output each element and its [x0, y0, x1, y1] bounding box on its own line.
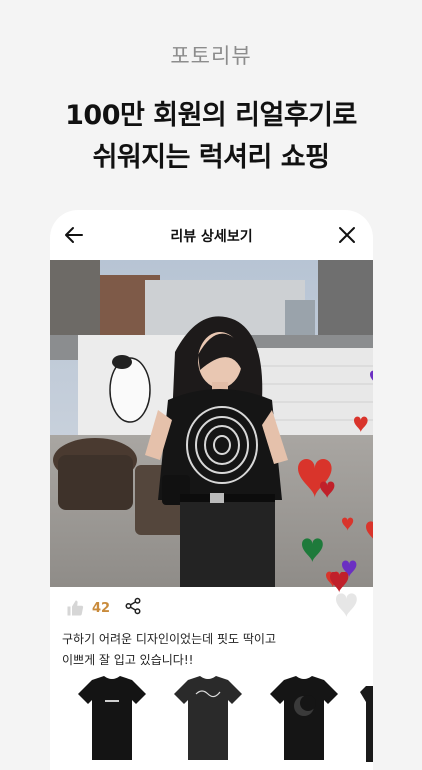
headline-line-1: 100만 회원의 리얼후기로	[65, 100, 357, 131]
review-text-line-1: 구하기 어려운 디자인이었는데 핏도 딱이고	[62, 632, 276, 646]
review-detail-screen: 리뷰 상세보기 42 구하기 어려운 디자인이었는데 핏도 딱이고 이쁘게 잘 …	[50, 210, 373, 770]
tshirt-image	[174, 676, 242, 760]
close-button[interactable]	[335, 223, 359, 247]
review-photo-image	[50, 260, 373, 587]
review-photo[interactable]	[50, 260, 373, 587]
review-text: 구하기 어려운 디자인이었는데 핏도 딱이고 이쁘게 잘 입고 있습니다!!	[62, 629, 362, 671]
floating-hearts-overflow	[330, 572, 357, 618]
product-thumbnail-2[interactable]	[168, 672, 248, 762]
review-actions: 42	[66, 593, 142, 623]
headline: 100만 회원의 리얼후기로 쉬워지는 럭셔리 쇼핑	[0, 95, 422, 179]
tshirt-image	[78, 676, 146, 760]
section-label: 포토리뷰	[170, 44, 252, 68]
product-thumbnail-1[interactable]	[72, 672, 152, 762]
share-icon	[125, 597, 141, 615]
close-icon	[339, 227, 355, 243]
review-text-line-2: 이쁘게 잘 입고 있습니다!!	[62, 653, 194, 667]
share-button[interactable]	[124, 597, 142, 619]
related-products	[50, 672, 373, 770]
like-count: 42	[92, 600, 111, 616]
product-thumbnail-4[interactable]	[356, 672, 373, 762]
headline-line-2: 쉬워지는 럭셔리 쇼핑	[92, 142, 330, 173]
page-title: 리뷰 상세보기	[170, 229, 253, 245]
navbar: 리뷰 상세보기	[50, 210, 373, 260]
like-button[interactable]: 42	[66, 599, 110, 617]
thumbs-up-icon	[67, 600, 84, 616]
product-thumbnail-3[interactable]	[264, 672, 344, 762]
tshirt-image	[360, 686, 373, 762]
tshirt-image	[270, 676, 338, 760]
